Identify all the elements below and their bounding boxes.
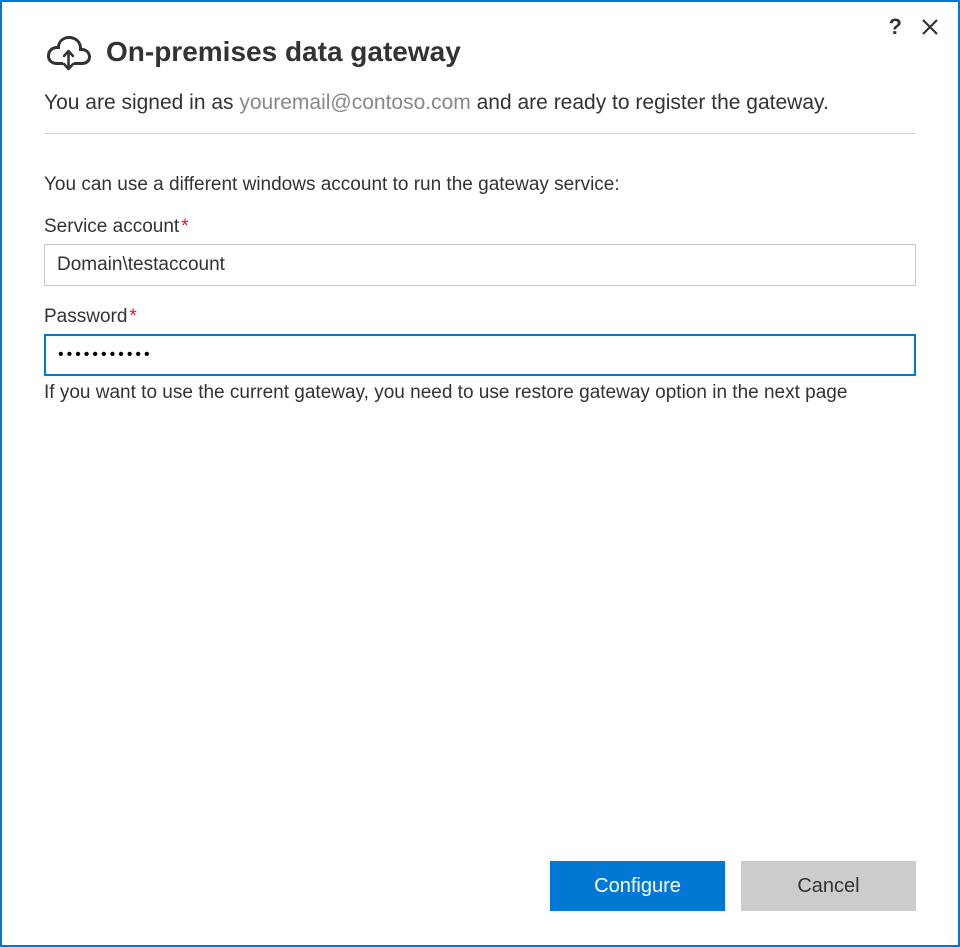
cloud-icon [44, 32, 92, 72]
password-group: Password* If you want to use the current… [44, 306, 916, 404]
subtitle-suffix: and are ready to register the gateway. [471, 91, 829, 114]
close-icon[interactable] [920, 17, 940, 37]
signin-email: youremail@contoso.com [239, 91, 470, 114]
help-icon[interactable]: ? [889, 14, 902, 40]
page-title: On-premises data gateway [106, 36, 461, 68]
header-row: On-premises data gateway [44, 32, 916, 72]
password-label-text: Password [44, 306, 127, 327]
required-indicator: * [181, 216, 188, 237]
form-intro-text: You can use a different windows account … [44, 174, 916, 196]
password-label: Password* [44, 306, 916, 328]
password-input[interactable] [44, 334, 916, 376]
required-indicator: * [129, 306, 136, 327]
gateway-dialog: ? On-premises data gateway You are signe… [0, 0, 960, 947]
service-account-group: Service account* [44, 216, 916, 286]
signin-status: You are signed in as youremail@contoso.c… [44, 88, 916, 134]
service-account-input[interactable] [44, 244, 916, 286]
service-account-label: Service account* [44, 216, 916, 238]
cancel-button[interactable]: Cancel [741, 861, 916, 911]
dialog-content: On-premises data gateway You are signed … [2, 2, 958, 404]
subtitle-prefix: You are signed in as [44, 91, 239, 114]
titlebar: ? [889, 14, 940, 40]
restore-hint: If you want to use the current gateway, … [44, 382, 916, 404]
button-row: Configure Cancel [550, 861, 916, 911]
configure-button[interactable]: Configure [550, 861, 725, 911]
service-account-label-text: Service account [44, 216, 179, 237]
